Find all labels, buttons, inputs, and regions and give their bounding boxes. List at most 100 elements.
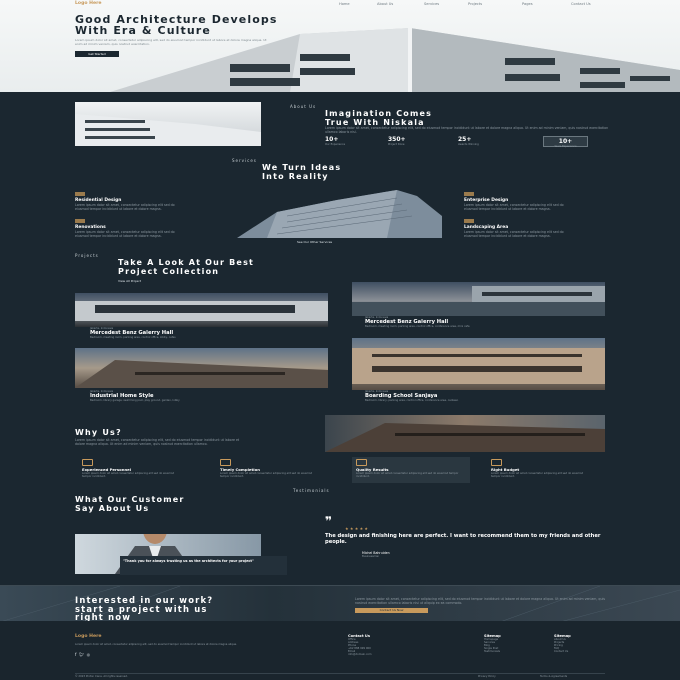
instagram-icon[interactable]: ◎: [87, 652, 91, 657]
service-3-tag: [464, 192, 474, 196]
why-image: [325, 415, 605, 452]
testimonial-caption-box: "Thank you for always trusting us as the…: [120, 556, 287, 575]
projects-title: Take A Look At Our Best Project Collecti…: [118, 258, 254, 276]
rating-stars: ★ ★ ★ ★ ★: [345, 526, 369, 531]
stat-2-value: 350+: [388, 136, 406, 143]
service-card-1[interactable]: Residential Design Lorem ipsum dolor sit…: [75, 192, 235, 211]
about-title: Imagination Comes True With Niskala: [325, 109, 432, 127]
about-stats: 10+ Our Experience 350+ Project Done 25+ Aw…: [325, 136, 615, 148]
feature-3-body: Lorem ipsum dolor sit amet consectetur a…: [356, 472, 459, 478]
project-2-caption: Jakarta, Indonesia Mercedest Benz Galerr…: [365, 316, 470, 328]
projects-title-line1: Take A Look At Our Best: [118, 258, 255, 267]
footer-about: Lorem ipsum dolor sit amet, consectetur …: [75, 643, 237, 646]
stat-3: 25+ Awards Winning: [458, 136, 479, 146]
service-card-2[interactable]: Renovations Lorem ipsum dolor sit amet, …: [75, 219, 235, 238]
project-4-image[interactable]: [352, 338, 605, 390]
testimonials-title-line1: What Our Customer: [75, 495, 185, 504]
hero-section: Logo Here Home About Us Services Project…: [0, 0, 680, 92]
clock-icon: [220, 459, 231, 466]
feature-2: Timely Completion Lorem ipsum dolor sit …: [220, 459, 320, 478]
project-3-image[interactable]: [75, 348, 328, 388]
service-4-tag: [464, 219, 474, 223]
stat-4-label: Years Experience: [554, 145, 577, 148]
contact-us-now-button[interactable]: Contact Us Now: [355, 608, 428, 613]
stat-4-card: 10+ Years Experience: [543, 136, 588, 148]
stat-2: 350+ Project Done: [388, 136, 406, 146]
stat-1: 10+ Our Experience: [325, 136, 345, 146]
feature-4-body: Lorem ipsum dolor sit amet consectetur a…: [491, 472, 584, 478]
twitter-icon[interactable]: 🐦︎: [79, 652, 84, 657]
footer: Logo Here Lorem ipsum dolor sit amet, co…: [0, 621, 680, 680]
quote-icon: ❞: [325, 514, 333, 528]
stat-4-value: 10+: [558, 138, 573, 145]
testimonial-quote: The design and finishing here are perfec…: [325, 533, 601, 545]
project-2-image[interactable]: [352, 282, 605, 316]
footer-logo[interactable]: Logo Here: [75, 634, 101, 639]
why-title: Why Us?: [75, 428, 122, 437]
hero-building-svg: [110, 28, 680, 92]
project-1-image[interactable]: [75, 293, 328, 327]
why-body: Lorem ipsum dolor sit amet, consectetur …: [75, 438, 240, 447]
personnel-icon: [82, 459, 93, 466]
stat-2-label: Project Done: [388, 143, 405, 146]
nav-projects[interactable]: Projects: [468, 2, 482, 6]
services-tower-svg: [237, 190, 442, 238]
facebook-icon[interactable]: f: [75, 652, 76, 657]
service-card-3[interactable]: Enterprise Design Lorem ipsum dolor sit …: [464, 192, 604, 211]
nav-home[interactable]: Home: [339, 2, 350, 6]
see-other-services-link[interactable]: See Our Other Services: [297, 240, 332, 244]
about-title-line1: Imagination Comes: [325, 109, 433, 118]
service-1-body: Lorem ipsum dolor sit amet, consectetur …: [75, 202, 175, 211]
testimonials-title: What Our Customer Say About Us: [75, 495, 185, 513]
stat-3-value: 25+: [458, 136, 472, 143]
footer-link-contact[interactable]: Contact Us: [554, 650, 571, 653]
stat-3-label: Awards Winning: [458, 143, 479, 146]
testimonials-title-line2: Say About Us: [75, 504, 150, 513]
nav-contact[interactable]: Contact Us: [571, 2, 591, 6]
testimonial-author: Michel Bahruiden Businessman: [362, 551, 390, 558]
project-1-body: Bedroom, meeting room, parking area, con…: [90, 336, 176, 339]
stat-1-value: 10+: [325, 136, 339, 143]
about-building-svg: [75, 114, 261, 146]
nav-services[interactable]: Services: [424, 2, 439, 6]
terms-link[interactable]: Terms & Agreements: [540, 675, 567, 678]
footer-sitemap-2: Sitemap About Us Projects Pricing FAQ Co…: [554, 634, 571, 653]
feature-1: Experienced Personnel Lorem ipsum dolor …: [82, 459, 182, 478]
project-2-body: Bedroom, meeting room, parking area, con…: [365, 325, 470, 328]
footer-contact-5: info@domain.com: [348, 653, 372, 656]
stat-1-label: Our Experience: [325, 143, 346, 146]
projects-eyebrow: Projects: [75, 253, 99, 258]
footer-link-testimonials[interactable]: Testimonials: [484, 650, 501, 653]
services-title-line2: Into Reality: [262, 172, 329, 181]
privacy-policy-link[interactable]: Privacy Policy: [478, 675, 496, 678]
service-card-4[interactable]: Landscaping Area Lorem ipsum dolor sit a…: [464, 219, 604, 238]
footer-divider: [75, 673, 605, 674]
service-3-body: Lorem ipsum dolor sit amet, consectetur …: [464, 202, 564, 211]
cta-band: Interested in our work? start a project …: [0, 585, 680, 622]
nav-pages[interactable]: Pages: [522, 2, 533, 6]
project-2-svg: [352, 286, 605, 316]
service-2-tag: [75, 219, 85, 223]
service-4-body: Lorem ipsum dolor sit amet, consectetur …: [464, 229, 564, 238]
social-links: f 🐦︎ ◎: [75, 652, 90, 657]
project-4-body: Bedroom, library, parking area, control …: [365, 399, 459, 402]
testimonials-eyebrow: Testimonials: [293, 488, 330, 493]
quality-icon: [356, 459, 367, 466]
nav-about[interactable]: About Us: [377, 2, 393, 6]
projects-title-line2: Project Collection: [118, 267, 220, 276]
project-1-svg: [75, 301, 328, 321]
budget-icon: [491, 459, 502, 466]
testimonial-caption: "Thank you for always trusting us as the…: [123, 559, 254, 563]
logo[interactable]: Logo Here: [75, 1, 101, 6]
project-1-caption: Jakarta, Indonesia Mercedest Benz Galerr…: [90, 327, 176, 339]
services-image: [237, 186, 442, 238]
service-1-tag: [75, 192, 85, 196]
footer-contact: Contact Us Office Address Phone +62 888 …: [348, 634, 372, 656]
cta-title: Interested in our work? start a project …: [75, 596, 213, 622]
why-building-svg: [325, 423, 605, 452]
services-title: We Turn Ideas Into Reality: [262, 163, 341, 181]
copyright: © 2023 Proton Cana. All rights reserved.: [75, 675, 128, 678]
service-2-body: Lorem ipsum dolor sit amet, consectetur …: [75, 229, 175, 238]
feature-2-body: Lorem ipsum dolor sit amet consectetur a…: [220, 472, 313, 478]
view-all-projects-link[interactable]: View All Project: [118, 279, 141, 283]
